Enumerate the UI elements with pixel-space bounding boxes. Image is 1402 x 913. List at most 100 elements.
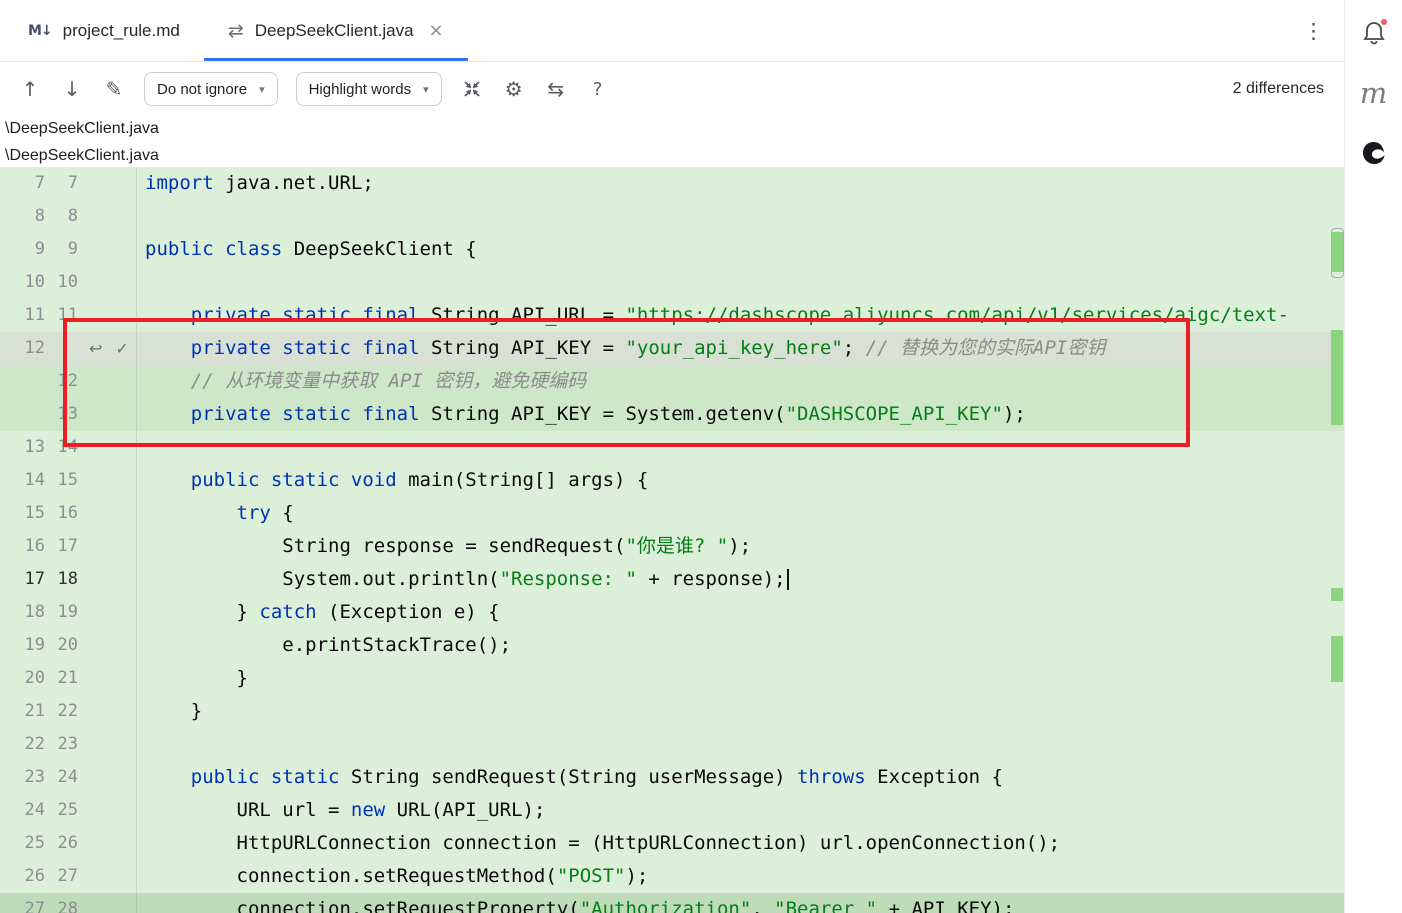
right-tool-stripe: m <box>1344 0 1402 913</box>
help-icon[interactable]: ? <box>580 72 616 106</box>
m-plugin-icon[interactable]: m <box>1360 79 1388 108</box>
line-numbers: 26 27 <box>0 860 137 893</box>
diff-toolbar: ↑ ↓ ✎ Do not ignore ▾ Highlight words ▾ <box>0 62 1344 116</box>
collapse-unchanged-icon[interactable] <box>454 72 490 106</box>
line-numbers: 27 28 <box>0 893 137 913</box>
code-text[interactable]: try { <box>137 497 294 530</box>
compared-file-paths: \DeepSeekClient.java \DeepSeekClient.jav… <box>0 116 1344 167</box>
scrollbar-thumb[interactable] <box>1331 228 1344 278</box>
code-line[interactable]: 26 27 connection.setRequestMethod("POST")… <box>0 860 1344 893</box>
notifications-bell-icon[interactable] <box>1361 17 1389 46</box>
line-numbers: 15 16 <box>0 497 137 530</box>
tab-project-rule[interactable]: M↓ project_rule.md <box>4 0 204 61</box>
close-tab-icon[interactable]: × <box>429 20 444 41</box>
code-text[interactable]: public static void main(String[] args) { <box>137 464 649 497</box>
code-text[interactable]: private static final String API_KEY = "y… <box>137 332 1106 365</box>
next-difference-icon[interactable]: ↓ <box>54 72 90 106</box>
code-line[interactable]: 12 ↩ ✓ private static final String API_KEY… <box>0 332 1344 365</box>
code-text[interactable]: System.out.println("Response: " + respon… <box>137 563 789 596</box>
code-text[interactable]: public class DeepSeekClient { <box>137 233 477 266</box>
diff-scroll-marker <box>1331 636 1343 682</box>
code-line[interactable]: 12 // 从环境变量中获取 API 密钥，避免硬编码 <box>0 365 1344 398</box>
code-text[interactable]: // 从环境变量中获取 API 密钥，避免硬编码 <box>137 365 587 398</box>
code-text[interactable]: private static final String API_URL = "h… <box>137 299 1289 332</box>
code-text[interactable]: private static final String API_KEY = Sy… <box>137 398 1026 431</box>
line-numbers: 25 26 <box>0 827 137 860</box>
code-line[interactable]: 88 <box>0 200 1344 233</box>
line-numbers: 17 18 <box>0 563 137 596</box>
code-line[interactable]: 7 7 import java.net.URL; <box>0 167 1344 200</box>
code-line[interactable]: 17 18 System.out.println("Response: " + r… <box>0 563 1344 596</box>
code-line[interactable]: 18 19 } catch (Exception e) { <box>0 596 1344 629</box>
chevron-down-icon: ▾ <box>423 82 429 96</box>
code-line[interactable]: 20 21 } <box>0 662 1344 695</box>
line-numbers: 11 11 <box>0 299 137 332</box>
code-line[interactable]: 25 26 HttpURLConnection connection = (Htt… <box>0 827 1344 860</box>
code-line[interactable]: 27 28 connection.setRequestProperty("Auth… <box>0 893 1344 913</box>
accept-change-icon[interactable]: ✓ <box>115 332 128 365</box>
code-line[interactable]: 9 9 public class DeepSeekClient { <box>0 233 1344 266</box>
tab-deepseekclient[interactable]: ⇄ DeepSeekClient.java × <box>203 0 468 61</box>
code-text[interactable]: URL url = new URL(API_URL); <box>137 794 546 827</box>
code-line[interactable]: 15 16 try { <box>0 497 1344 530</box>
sync-compare-icon[interactable]: ⇆ <box>538 72 574 106</box>
code-line[interactable]: 16 17 String response = sendRequest("你是谁?… <box>0 530 1344 563</box>
code-line[interactable]: 14 15 public static void main(String[] ar… <box>0 464 1344 497</box>
diff-main-area: M↓ project_rule.md ⇄ DeepSeekClient.java… <box>0 0 1344 913</box>
code-text[interactable]: connection.setRequestProperty("Authoriza… <box>137 893 1015 913</box>
code-text[interactable]: } catch (Exception e) { <box>137 596 500 629</box>
code-line[interactable]: 11 11 private static final String API_URL… <box>0 299 1344 332</box>
tab-label: DeepSeekClient.java <box>254 20 414 40</box>
line-numbers: 19 20 <box>0 629 137 662</box>
settings-gear-icon[interactable]: ⚙ <box>496 72 532 106</box>
code-line[interactable]: 19 20 e.printStackTrace(); <box>0 629 1344 662</box>
edit-pencil-icon[interactable]: ✎ <box>96 72 132 106</box>
line-numbers: 24 25 <box>0 794 137 827</box>
line-numbers: 10 10 <box>0 266 137 299</box>
code-text[interactable]: } <box>137 695 202 728</box>
line-numbers: 16 17 <box>0 530 137 563</box>
code-text[interactable]: String response = sendRequest("你是谁? "); <box>137 530 751 563</box>
code-text[interactable]: connection.setRequestMethod("POST"); <box>137 860 649 893</box>
code-text[interactable]: HttpURLConnection connection = (HttpURLC… <box>137 827 1061 860</box>
previous-difference-icon[interactable]: ↑ <box>12 72 48 106</box>
code-line[interactable]: 22 23 <box>0 728 1344 761</box>
highlight-mode-value: Highlight words <box>308 80 412 98</box>
ignore-policy-dropdown[interactable]: Do not ignore ▾ <box>144 72 278 106</box>
code-line[interactable]: 13 private static final String API_KEY =… <box>0 398 1344 431</box>
line-numbers: 18 19 <box>0 596 137 629</box>
line-numbers: 77 <box>0 167 137 200</box>
code-text[interactable]: } <box>137 662 248 695</box>
code-text[interactable] <box>137 266 145 299</box>
code-text[interactable] <box>137 200 145 233</box>
code-line[interactable]: 24 25 URL url = new URL(API_URL); <box>0 794 1344 827</box>
code-text[interactable]: e.printStackTrace(); <box>137 629 511 662</box>
highlight-mode-dropdown[interactable]: Highlight words ▾ <box>295 72 442 106</box>
code-text[interactable]: import java.net.URL; <box>137 167 374 200</box>
left-file-path: \DeepSeekClient.java <box>5 119 159 137</box>
more-options-icon[interactable]: ⋮ <box>1283 19 1344 43</box>
line-numbers: 13 14 <box>0 431 137 464</box>
line-numbers: 12 <box>0 365 137 398</box>
code-text[interactable] <box>137 728 145 761</box>
tab-label: project_rule.md <box>62 20 180 40</box>
editor-scrollbar[interactable] <box>1329 167 1344 913</box>
code-line[interactable]: 13 14 <box>0 431 1344 464</box>
line-numbers: 13 <box>0 398 137 431</box>
ai-assistant-icon[interactable] <box>1361 140 1387 171</box>
revert-change-icon[interactable]: ↩ <box>89 332 102 365</box>
markdown-file-icon: M↓ <box>28 22 53 39</box>
code-text[interactable]: public static String sendRequest(String … <box>137 761 1003 794</box>
line-numbers: 88 <box>0 200 137 233</box>
code-line[interactable]: 10 10 <box>0 266 1344 299</box>
line-numbers: 12 ↩ ✓ <box>0 332 137 365</box>
code-text[interactable] <box>137 431 145 464</box>
diff-scroll-marker <box>1331 330 1343 425</box>
line-numbers: 14 15 <box>0 464 137 497</box>
line-numbers: 20 21 <box>0 662 137 695</box>
diff-editor[interactable]: 7 7 import java.net.URL; 8 8 9 9 public class D… <box>0 167 1344 913</box>
code-line[interactable]: 23 24 public static String sendRequest(St… <box>0 761 1344 794</box>
code-line[interactable]: 21 22 } <box>0 695 1344 728</box>
diff-scroll-marker <box>1331 588 1343 601</box>
line-numbers: 21 22 <box>0 695 137 728</box>
